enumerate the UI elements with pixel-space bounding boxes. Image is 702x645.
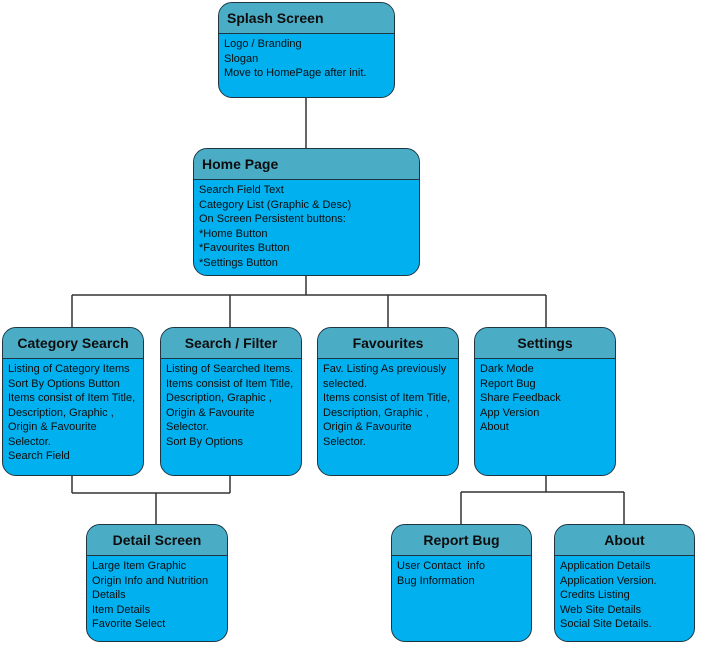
node-body: Dark Mode Report Bug Share Feedback App … bbox=[475, 359, 615, 438]
node-line: Items consist of Item Title, bbox=[323, 392, 451, 404]
node-line: Application Version. bbox=[560, 574, 657, 587]
node-line: Dark Mode bbox=[480, 363, 534, 375]
node-body: Logo / Branding Slogan Move to HomePage … bbox=[219, 34, 394, 84]
node-search-filter[interactable]: Search / Filter Listing of Searched Item… bbox=[160, 327, 302, 476]
node-line: Item Details bbox=[92, 603, 151, 616]
node-line: Favorite Select bbox=[92, 618, 166, 630]
node-line: Bug Information bbox=[397, 574, 475, 587]
node-line: Report Bug bbox=[480, 377, 536, 390]
node-line: Items consist of Item Title, bbox=[8, 392, 136, 404]
node-title: Splash Screen bbox=[219, 3, 394, 34]
node-title: About bbox=[555, 525, 694, 556]
node-body: User Contact info Bug Information bbox=[392, 556, 531, 591]
node-title: Search / Filter bbox=[161, 328, 301, 359]
node-about[interactable]: About Application Details Application Ve… bbox=[554, 524, 695, 642]
node-splash-screen[interactable]: Splash Screen Logo / Branding Slogan Mov… bbox=[218, 2, 395, 98]
node-line: Slogan bbox=[224, 52, 259, 65]
node-line: Listing of Category Items bbox=[8, 363, 130, 375]
node-line: *Home Button bbox=[199, 227, 268, 240]
node-line: Listing of Searched Items. bbox=[166, 363, 294, 375]
node-line: Selector. bbox=[323, 435, 366, 448]
node-line: Application Details bbox=[560, 560, 651, 572]
node-title: Favourites bbox=[318, 328, 458, 359]
node-line: Category List (Graphic & Desc) bbox=[199, 198, 352, 211]
node-line: Origin & Favourite bbox=[166, 406, 255, 419]
node-line: Move to HomePage after init. bbox=[224, 67, 367, 79]
node-line: On Screen Persistent buttons: bbox=[199, 213, 346, 225]
node-line: App Version bbox=[480, 406, 540, 419]
node-settings[interactable]: Settings Dark Mode Report Bug Share Feed… bbox=[474, 327, 616, 476]
node-line: Social Site Details. bbox=[560, 618, 652, 630]
node-body: Fav. Listing As previously selected. Ite… bbox=[318, 359, 458, 452]
node-line: Description, Graphic , bbox=[166, 392, 272, 404]
node-report-bug[interactable]: Report Bug User Contact info Bug Informa… bbox=[391, 524, 532, 642]
node-body: Listing of Searched Items. Items consist… bbox=[161, 359, 301, 452]
node-line: Logo / Branding bbox=[224, 38, 302, 50]
node-line: Selector. bbox=[166, 421, 209, 433]
node-line: Web Site Details bbox=[560, 603, 642, 616]
node-line: Details bbox=[92, 589, 126, 601]
node-line: Sort By Options bbox=[166, 435, 244, 448]
node-title: Detail Screen bbox=[87, 525, 227, 556]
node-line: Search Field bbox=[8, 450, 70, 462]
node-detail-screen[interactable]: Detail Screen Large Item Graphic Origin … bbox=[86, 524, 228, 642]
node-line: Search Field Text bbox=[199, 184, 284, 196]
node-category-search[interactable]: Category Search Listing of Category Item… bbox=[2, 327, 144, 476]
node-line: User Contact info bbox=[397, 560, 486, 572]
node-body: Listing of Category Items Sort By Option… bbox=[3, 359, 143, 467]
node-line: Large Item Graphic bbox=[92, 560, 187, 572]
node-line: Origin Info and Nutrition bbox=[92, 574, 209, 587]
node-body: Large Item Graphic Origin Info and Nutri… bbox=[87, 556, 227, 635]
node-line: Origin & Favourite bbox=[323, 421, 412, 433]
node-title: Category Search bbox=[3, 328, 143, 359]
node-home-page[interactable]: Home Page Search Field Text Category Lis… bbox=[193, 148, 420, 276]
node-line: Origin & Favourite bbox=[8, 421, 97, 433]
node-line: *Favourites Button bbox=[199, 242, 290, 254]
node-line: Credits Listing bbox=[560, 589, 630, 601]
node-line: Description, Graphic , bbox=[323, 406, 429, 419]
node-line: Items consist of Item Title, bbox=[166, 377, 294, 390]
node-line: *Settings Button bbox=[199, 256, 278, 269]
node-line: Description, Graphic , bbox=[8, 406, 114, 419]
node-title: Report Bug bbox=[392, 525, 531, 556]
node-line: selected. bbox=[323, 377, 368, 390]
node-title: Settings bbox=[475, 328, 615, 359]
node-body: Application Details Application Version.… bbox=[555, 556, 694, 635]
node-line: Sort By Options Button bbox=[8, 377, 120, 390]
node-line: Share Feedback bbox=[480, 392, 561, 404]
node-line: Selector. bbox=[8, 435, 51, 448]
node-body: Search Field Text Category List (Graphic… bbox=[194, 180, 419, 273]
node-favourites[interactable]: Favourites Fav. Listing As previously se… bbox=[317, 327, 459, 476]
node-line: Fav. Listing As previously bbox=[323, 363, 447, 375]
node-title: Home Page bbox=[194, 149, 419, 180]
node-line: About bbox=[480, 421, 509, 433]
